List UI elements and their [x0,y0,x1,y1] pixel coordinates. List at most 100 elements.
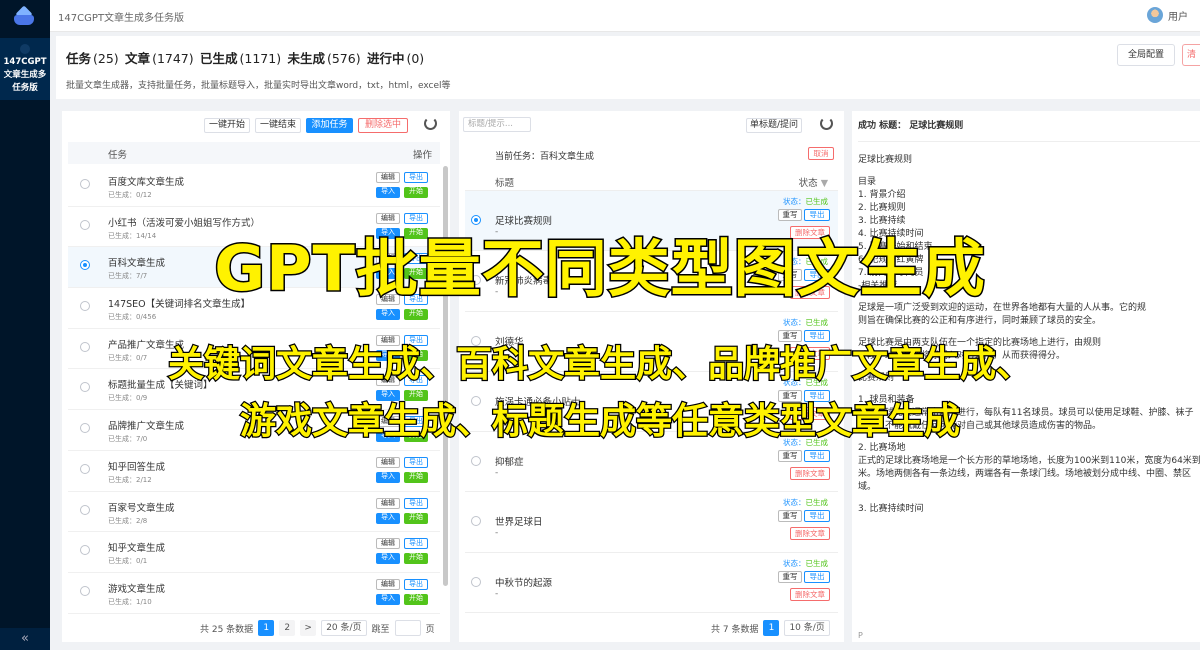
row-radio[interactable] [80,423,90,434]
row-radio[interactable] [471,456,481,467]
row-radio[interactable] [80,260,90,271]
row-radio[interactable] [80,463,90,474]
edit-button[interactable]: 编辑 [376,497,400,509]
row-radio[interactable] [471,516,481,527]
export-button[interactable]: 导出 [404,538,428,550]
rewrite-button[interactable]: 重写 [778,570,802,583]
start-button[interactable]: 开始 [404,309,428,321]
export-button[interactable]: 导出 [804,329,830,342]
start-button[interactable]: 开始 [404,471,428,483]
start-button[interactable]: 开始 [404,593,428,605]
import-button[interactable]: 导入 [376,309,400,321]
clear-button[interactable]: 清 [1182,44,1200,66]
row-radio[interactable] [471,215,481,225]
row-radio[interactable] [80,382,90,393]
import-button[interactable]: 导入 [376,553,400,565]
delete-article-button[interactable]: 删除文章 [790,587,830,601]
export-button[interactable]: 导出 [804,450,830,463]
import-button[interactable]: 导入 [376,390,400,402]
page-1-button[interactable]: 1 [258,620,275,636]
filter-icon[interactable]: ▼ [821,178,828,189]
export-button[interactable]: 导出 [804,209,830,221]
start-button[interactable]: 开始 [404,553,428,565]
rewrite-button[interactable]: 重写 [778,329,802,342]
row-radio[interactable] [80,504,90,515]
global-config-button[interactable]: 全局配置 [1117,44,1175,66]
refresh-icon[interactable] [820,117,833,130]
table-row[interactable]: 产品推广文章生成 已生成：0/7 编辑 导出 导入 开始 [68,329,440,370]
export-button[interactable]: 导出 [404,456,428,468]
import-button[interactable]: 导入 [376,512,400,524]
row-radio[interactable] [471,395,481,406]
start-button[interactable]: 开始 [404,227,428,239]
table-row[interactable]: 知乎回答生成 已生成：2/12 编辑 导出 导入 开始 [68,451,440,492]
delete-article-button[interactable]: 删除文章 [790,527,830,541]
edit-button[interactable]: 编辑 [376,212,400,224]
table-row[interactable]: 百家号文章生成 已生成：2/8 编辑 导出 导入 开始 [68,492,440,533]
table-row[interactable]: 状态：已生成 旋涡卡通必备小贴士 - 重写 导出 删除文章 [465,372,838,433]
row-radio[interactable] [80,179,90,189]
export-button[interactable]: 导出 [804,269,830,282]
start-button[interactable]: 开始 [404,431,428,443]
delete-article-button[interactable]: 删除文章 [790,406,830,420]
import-button[interactable]: 导入 [376,593,400,605]
single-title-button[interactable]: 单标题/提问 [746,118,802,133]
row-radio[interactable] [80,301,90,312]
table-row[interactable]: 百度文库文章生成 已生成：0/12 编辑 导出 导入 开始 [68,166,440,207]
import-button[interactable]: 导入 [376,268,400,280]
row-radio[interactable] [80,341,90,352]
start-button[interactable]: 开始 [404,187,428,198]
delete-selected-button[interactable]: 删除选中 [358,118,408,133]
export-button[interactable]: 导出 [404,334,428,346]
export-button[interactable]: 导出 [404,253,428,265]
export-button[interactable]: 导出 [404,497,428,509]
edit-button[interactable]: 编辑 [376,456,400,468]
export-button[interactable]: 导出 [404,375,428,387]
table-row[interactable]: 标题批量生成【关键词】 已生成：0/9 编辑 导出 导入 开始 [68,369,440,411]
start-all-button[interactable]: 一键开始 [204,118,250,133]
edit-button[interactable]: 编辑 [376,375,400,387]
row-radio[interactable] [80,545,90,556]
task-list-scrollbar[interactable] [443,166,448,586]
table-row[interactable]: 品牌推广文章生成 已生成：7/0 编辑 导出 导入 开始 [68,410,440,451]
page-size-select[interactable]: 20 条/页 [321,620,367,636]
import-button[interactable]: 导入 [376,187,400,198]
table-row[interactable]: 状态：已生成 中秋节的起源 - 重写 导出 删除文章 [465,553,838,614]
user-menu[interactable]: 用户 [1147,7,1188,23]
row-radio[interactable] [471,275,481,286]
table-row[interactable]: 状态：已生成 新冠肺炎病毒 - 重写 导出 删除文章 [465,251,838,312]
page-1-button[interactable]: 1 [763,620,780,636]
stop-all-button[interactable]: 一键结束 [255,118,301,133]
rewrite-button[interactable]: 重写 [778,269,802,282]
export-button[interactable]: 导出 [404,294,428,306]
start-button[interactable]: 开始 [404,390,428,402]
cancel-button[interactable]: 取消 [808,147,834,160]
export-button[interactable]: 导出 [804,389,830,402]
table-row[interactable]: 147SEO【关键词排名文章生成】 已生成：0/456 编辑 导出 导入 开始 [68,288,440,329]
row-radio[interactable] [80,219,90,230]
row-radio[interactable] [471,576,481,587]
export-button[interactable]: 导出 [404,578,428,590]
delete-article-button[interactable]: 删除文章 [790,467,830,481]
next-page-button[interactable]: > [300,620,317,636]
start-button[interactable]: 开始 [404,268,428,280]
export-button[interactable]: 导出 [404,212,428,224]
edit-button[interactable]: 编辑 [376,334,400,346]
edit-button[interactable]: 编辑 [376,578,400,590]
table-row[interactable]: 小红书（活泼可爱小姐姐写作方式） 已生成：14/14 编辑 导出 导入 开始 [68,207,440,248]
edit-button[interactable]: 编辑 [376,538,400,550]
jump-page-input[interactable] [394,620,421,636]
delete-article-button[interactable]: 删除文章 [790,226,830,239]
import-button[interactable]: 导入 [376,349,400,361]
export-button[interactable]: 导出 [404,172,428,183]
import-button[interactable]: 导入 [376,227,400,239]
delete-article-button[interactable]: 删除文章 [790,346,830,360]
row-radio[interactable] [80,585,90,596]
table-row[interactable]: 知乎文章生成 已生成：0/1 编辑 导出 导入 开始 [68,532,440,573]
rewrite-button[interactable]: 重写 [778,450,802,463]
import-button[interactable]: 导入 [376,431,400,443]
rewrite-button[interactable]: 重写 [778,389,802,402]
sidebar-item-task[interactable]: 147CGPT文章生成多任务版 [0,38,50,100]
start-button[interactable]: 开始 [404,349,428,361]
title-search-input[interactable]: 标题/提示... [463,117,531,132]
